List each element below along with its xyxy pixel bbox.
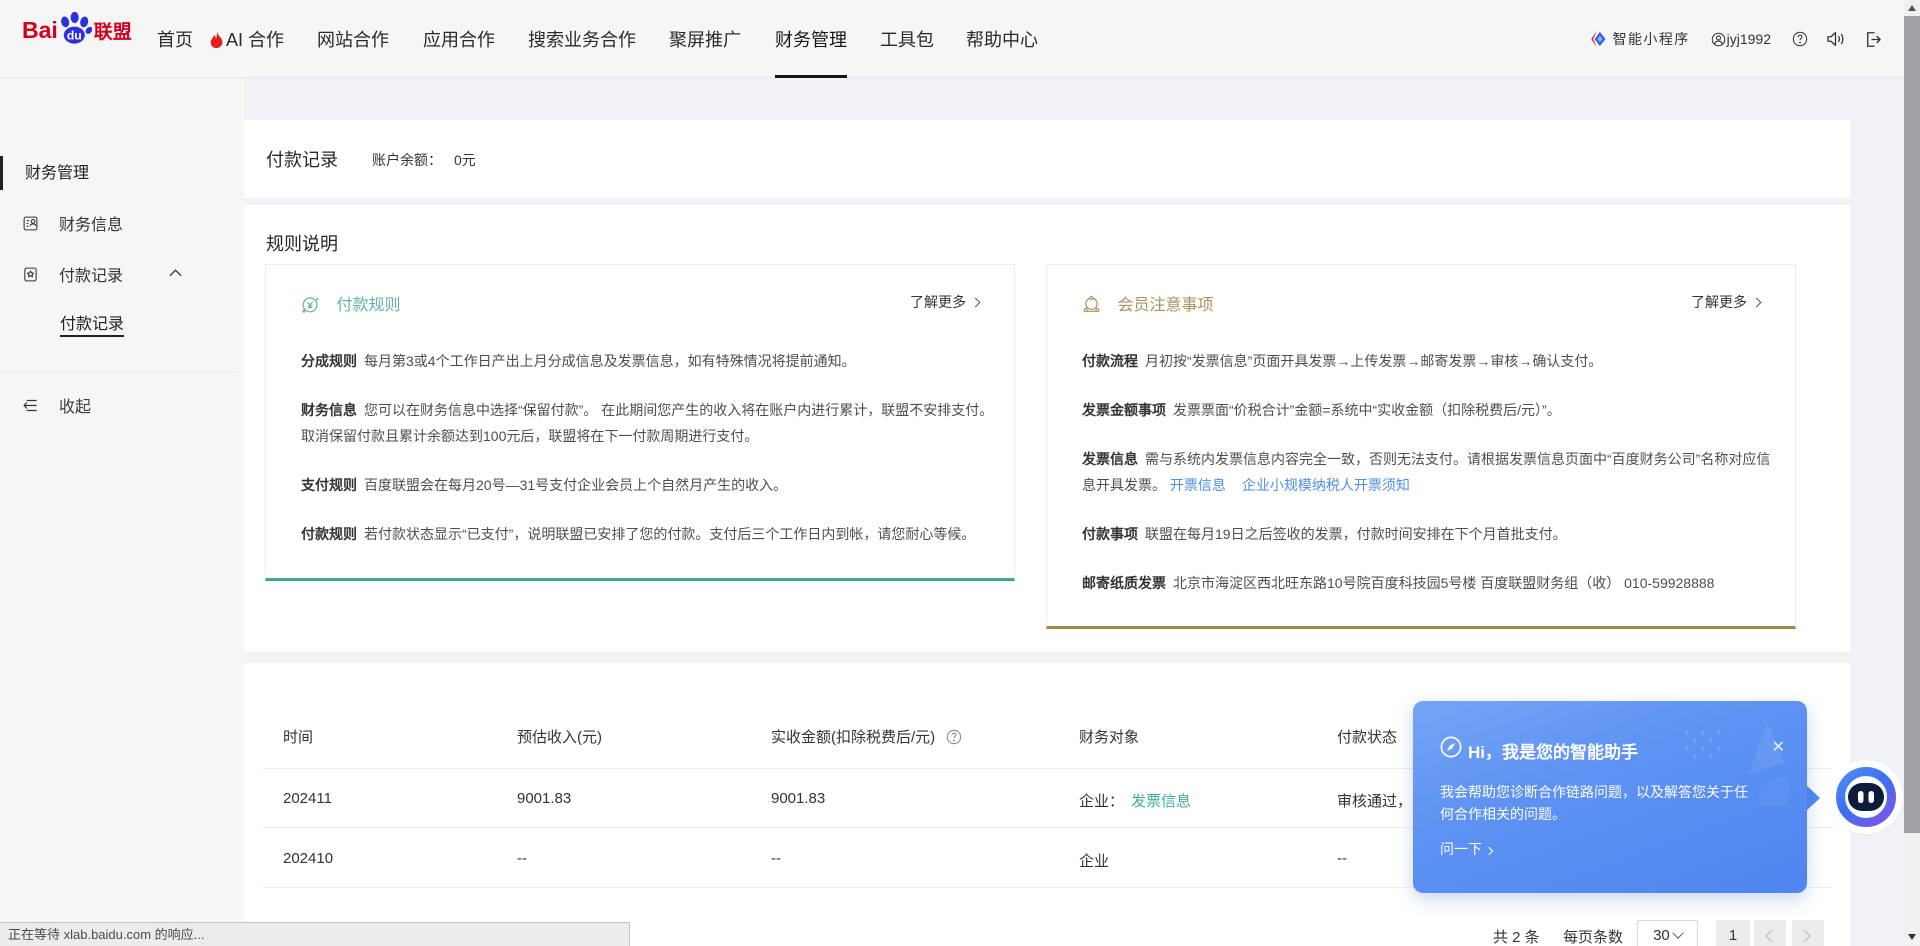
svg-text:du: du xyxy=(67,29,82,43)
